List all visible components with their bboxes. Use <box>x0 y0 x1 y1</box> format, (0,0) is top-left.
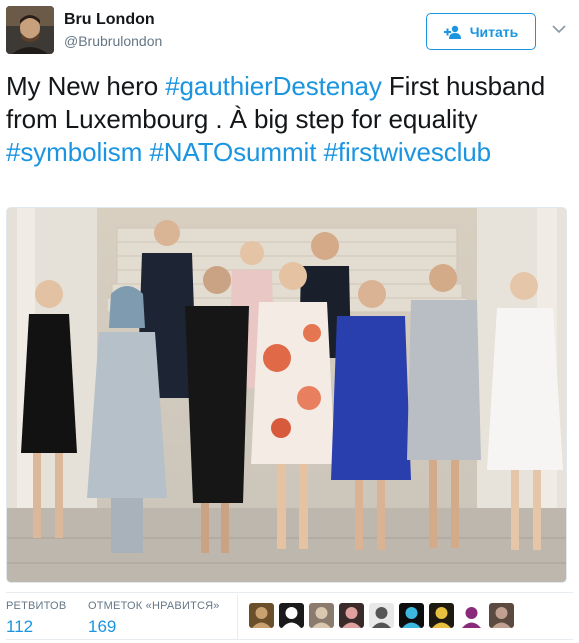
tweet-header: Bru London @Brubrulondon Читать <box>6 6 573 56</box>
liker-avatar[interactable] <box>459 603 484 628</box>
follow-button[interactable]: Читать <box>426 13 536 50</box>
liker-avatar[interactable] <box>339 603 364 628</box>
group-photo-image <box>7 208 566 582</box>
hashtag-link[interactable]: #firstwivesclub <box>323 137 491 167</box>
liker-avatar[interactable] <box>429 603 454 628</box>
likes-count: 169 <box>88 617 117 636</box>
tweet-text-segment: My New hero <box>6 71 166 101</box>
stats-divider <box>237 595 238 639</box>
hashtag-link[interactable]: #NATOsummit <box>149 137 316 167</box>
tweet-photo[interactable] <box>6 207 567 583</box>
liker-avatar[interactable] <box>369 603 394 628</box>
follow-user-icon <box>443 25 461 39</box>
user-handle[interactable]: @Brubrulondon <box>64 32 162 50</box>
tweet-stats: РЕТВИТОВ 112 ОТМЕТОК «НРАВИТСЯ» 169 <box>6 592 573 640</box>
likes-stat[interactable]: ОТМЕТОК «НРАВИТСЯ» 169 <box>88 599 220 638</box>
user-avatar[interactable] <box>6 6 54 54</box>
liker-avatar[interactable] <box>249 603 274 628</box>
liker-avatar[interactable] <box>399 603 424 628</box>
tweet-text: My New hero #gauthierDestenay First husb… <box>6 70 566 169</box>
user-name-block: Bru London @Brubrulondon <box>64 10 162 50</box>
retweets-stat[interactable]: РЕТВИТОВ 112 <box>6 599 66 638</box>
hashtag-link[interactable]: #symbolism <box>6 137 142 167</box>
display-name[interactable]: Bru London <box>64 10 162 30</box>
avatar-image <box>6 6 54 54</box>
chevron-down-icon[interactable] <box>552 24 566 34</box>
liker-avatar[interactable] <box>489 603 514 628</box>
follow-button-label: Читать <box>469 23 519 40</box>
retweets-label: РЕТВИТОВ <box>6 600 67 612</box>
likers-avatars <box>249 603 514 629</box>
retweets-count: 112 <box>6 617 34 636</box>
liker-avatar[interactable] <box>309 603 334 628</box>
hashtag-link[interactable]: #gauthierDestenay <box>165 71 382 101</box>
liker-avatar[interactable] <box>279 603 304 628</box>
likes-label: ОТМЕТОК «НРАВИТСЯ» <box>88 600 220 612</box>
